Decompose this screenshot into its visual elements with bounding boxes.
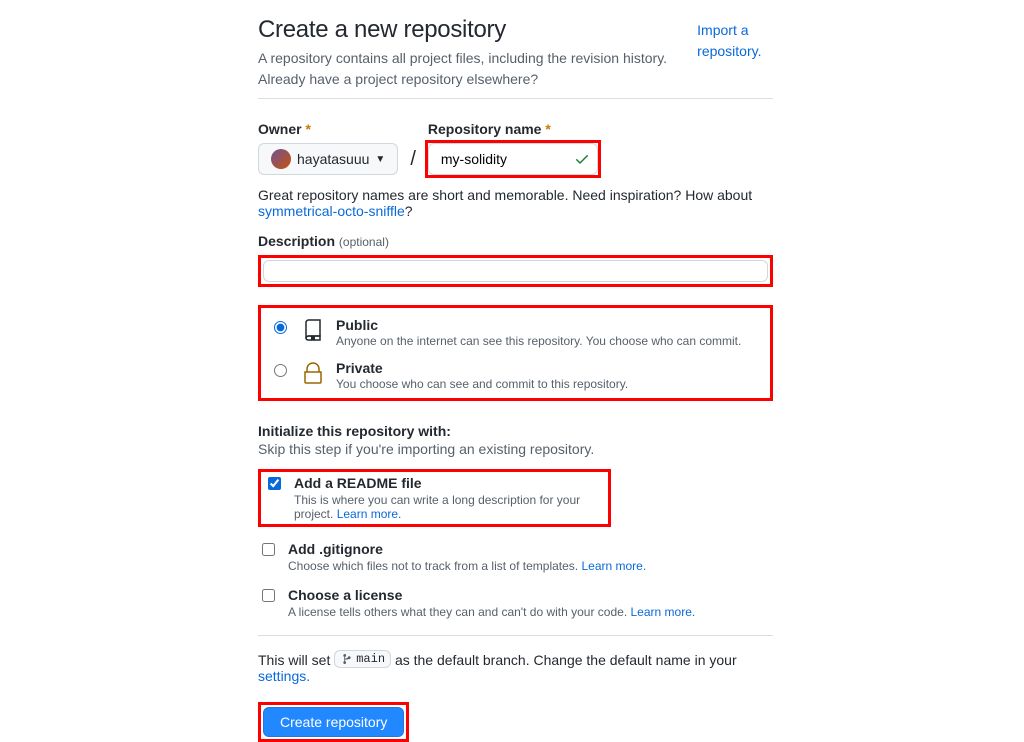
avatar: [271, 149, 291, 169]
gitignore-checkbox[interactable]: [262, 543, 275, 556]
gitignore-row: Add .gitignore Choose which files not to…: [258, 541, 773, 573]
branch-badge: main: [334, 650, 391, 668]
submit-highlight: Create repository: [258, 702, 409, 742]
description-input[interactable]: [263, 260, 768, 282]
readme-title: Add a README file: [294, 475, 602, 491]
visibility-public-title: Public: [336, 317, 741, 333]
readme-highlight: Add a README file This is where you can …: [258, 469, 611, 527]
page-title: Create a new repository: [258, 16, 697, 44]
visibility-private-title: Private: [336, 360, 628, 376]
repo-icon: [300, 317, 326, 343]
visibility-highlight: Public Anyone on the internet can see th…: [258, 305, 773, 401]
lock-icon: [300, 360, 326, 386]
description-label: Description (optional): [258, 233, 389, 249]
suggestion-link[interactable]: symmetrical-octo-sniffle: [258, 203, 405, 219]
name-hint: Great repository names are short and mem…: [258, 187, 773, 219]
license-row: Choose a license A license tells others …: [258, 587, 773, 619]
owner-label: Owner *: [258, 121, 398, 137]
repo-name-input[interactable]: [428, 143, 598, 175]
caret-down-icon: ▼: [375, 154, 385, 165]
initialize-heading: Initialize this repository with:: [258, 423, 773, 439]
visibility-public-row[interactable]: Public Anyone on the internet can see th…: [267, 311, 764, 354]
repo-name-label: Repository name *: [428, 121, 598, 137]
page-header: Create a new repository A repository con…: [258, 16, 773, 99]
initialize-sub: Skip this step if you're importing an ex…: [258, 441, 773, 457]
settings-link[interactable]: settings.: [258, 668, 310, 684]
visibility-private-radio[interactable]: [274, 364, 287, 377]
gitignore-learn-link[interactable]: Learn more.: [581, 559, 646, 573]
readme-checkbox[interactable]: [268, 477, 281, 490]
gitignore-desc: Choose which files not to track from a l…: [288, 559, 646, 573]
gitignore-title: Add .gitignore: [288, 541, 646, 557]
license-learn-link[interactable]: Learn more.: [631, 605, 696, 619]
repo-name-highlight: [428, 143, 598, 175]
description-highlight: [258, 255, 773, 287]
license-desc: A license tells others what they can and…: [288, 605, 695, 619]
readme-desc: This is where you can write a long descr…: [294, 493, 602, 521]
check-icon: [574, 151, 590, 167]
license-title: Choose a license: [288, 587, 695, 603]
slash-separator: /: [410, 148, 416, 171]
visibility-private-desc: You choose who can see and commit to thi…: [336, 377, 628, 391]
owner-name: hayatasuuu: [297, 151, 369, 167]
default-branch-note: This will set main as the default branch…: [258, 635, 773, 684]
page-subtitle: A repository contains all project files,…: [258, 48, 697, 90]
visibility-public-radio[interactable]: [274, 321, 287, 334]
readme-learn-link[interactable]: Learn more.: [337, 507, 402, 521]
license-checkbox[interactable]: [262, 589, 275, 602]
owner-select-button[interactable]: hayatasuuu ▼: [258, 143, 398, 175]
import-repository-link[interactable]: Import a repository.: [697, 22, 761, 59]
create-repository-button[interactable]: Create repository: [263, 707, 404, 737]
visibility-private-row[interactable]: Private You choose who can see and commi…: [267, 354, 764, 397]
visibility-public-desc: Anyone on the internet can see this repo…: [336, 334, 741, 348]
